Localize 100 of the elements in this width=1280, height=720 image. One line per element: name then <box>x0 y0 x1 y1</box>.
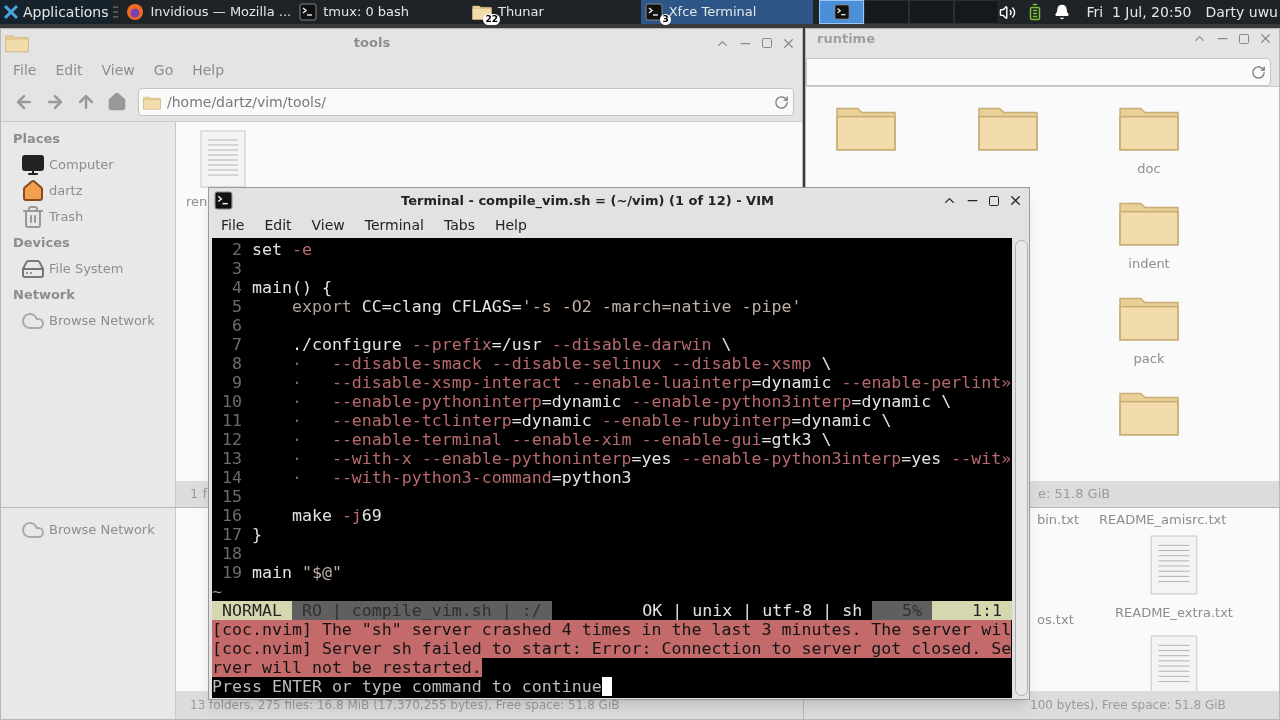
code-line: · --with-python3-command=python3 <box>290 468 632 487</box>
sidebar-item[interactable]: Browse Network <box>13 308 155 334</box>
scrollbar[interactable] <box>1015 240 1028 696</box>
workspace-cell[interactable] <box>954 0 1000 24</box>
line-number: 6 <box>230 316 242 335</box>
status-text: e: 51.8 GiB <box>1038 485 1111 504</box>
menu-item[interactable]: Terminal <box>364 215 424 236</box>
cursor-position: 1:1 <box>932 601 1012 620</box>
code-line: · --enable-tclinterp=dynamic --enable-rubyinterp=dynamic \ <box>290 411 892 430</box>
clock[interactable]: Fri 1 Jul, 20:50 <box>1086 1 1192 23</box>
status-text: 1 f <box>190 485 207 504</box>
menu-item[interactable]: Help <box>494 215 527 236</box>
section-heading: Network <box>13 286 76 305</box>
menu-item[interactable]: View <box>311 215 345 236</box>
volume-icon[interactable] <box>999 3 1017 21</box>
terminal-icon <box>214 191 233 210</box>
prompt-text: Press ENTER or type command to continue <box>212 677 602 696</box>
terminal-icon <box>833 4 850 20</box>
sidebar-item[interactable]: File System <box>13 256 124 282</box>
close-button[interactable] <box>1008 193 1023 208</box>
line-number: 19 <box>221 563 242 582</box>
menu-item[interactable]: View <box>101 59 135 81</box>
window-title: Terminal - compile_vim.sh = (~/vim) (1 of 12) - VIM <box>400 191 775 211</box>
menu-item[interactable]: File <box>221 215 245 236</box>
file-name[interactable]: os.txt <box>1037 609 1074 629</box>
reload-icon[interactable] <box>1251 64 1266 80</box>
sidebar-item[interactable]: Computer <box>13 152 114 178</box>
browser-icon <box>126 3 145 21</box>
path-text: /home/dartz/vim/tools/ <box>167 92 327 112</box>
line-number: 4 <box>230 278 242 297</box>
folder-name[interactable]: doc <box>1137 159 1161 179</box>
workspace-cell[interactable] <box>864 0 910 24</box>
path-field[interactable]: /home/dartz/vim/tools/ <box>138 88 794 116</box>
folder-icon <box>143 94 161 110</box>
handle-icon <box>112 5 119 19</box>
line-number: 2 <box>230 240 242 259</box>
end-of-buffer-marker: ~ <box>212 582 222 601</box>
file-name[interactable]: ren <box>186 192 208 212</box>
xfce-logo-icon <box>3 4 19 20</box>
window-title: tools <box>352 34 392 53</box>
file-format-info: OK | unix | utf-8 | sh <box>642 601 864 620</box>
line-number: 5 <box>230 297 242 316</box>
document-icon <box>1150 635 1198 691</box>
file-name[interactable]: README_extra.txt <box>1115 603 1233 623</box>
back-button[interactable] <box>14 92 34 112</box>
folder-icon <box>5 33 29 53</box>
section-heading: Devices <box>13 234 71 253</box>
sidebar-item[interactable]: Browse Network <box>21 517 155 543</box>
terminal-icon <box>299 3 318 21</box>
line-number: 14 <box>221 468 242 487</box>
reload-icon[interactable] <box>774 94 789 110</box>
file-name[interactable]: bin.txt <box>1037 509 1080 529</box>
folder-name[interactable]: pack <box>1133 349 1165 369</box>
line-number: 12 <box>221 430 242 449</box>
code-line: make -j 69 <box>290 506 382 525</box>
line-number: 18 <box>221 544 242 563</box>
drive-icon <box>21 257 45 281</box>
line-number: 9 <box>230 373 242 392</box>
count-badge: 22 <box>483 14 500 25</box>
file-name[interactable]: README_amisrc.txt <box>1099 509 1227 529</box>
menu-item[interactable]: Go <box>153 59 174 81</box>
code-line: main "$@" <box>251 563 342 582</box>
task-button[interactable]: Invidious — Mozilla ... <box>122 0 296 24</box>
section-heading: Places <box>13 130 62 149</box>
up-button[interactable] <box>76 92 96 112</box>
forward-button[interactable] <box>45 92 65 112</box>
sidebar-item[interactable]: dartz <box>13 178 83 204</box>
user-name[interactable]: Darty uwu <box>1205 1 1278 23</box>
maximize-button[interactable] <box>988 194 1000 207</box>
document-icon <box>1150 535 1198 595</box>
error-message: rver will not be restarted. <box>212 658 482 677</box>
line-number: 15 <box>221 487 242 506</box>
status-text: 100 bytes), Free space: 51.8 GiB <box>1030 697 1226 714</box>
code-line: main() { <box>251 278 332 297</box>
code-line: · --with-x --enable-pythoninterp=yes --enable-python3interp=yes --wit» <box>290 449 1012 468</box>
document-icon <box>200 130 246 188</box>
computer-icon <box>21 153 45 177</box>
task-button[interactable]: tmux: 0 bash <box>295 0 468 24</box>
home-button[interactable] <box>107 92 127 112</box>
applications-menu[interactable]: Applications <box>0 0 113 24</box>
menu-item[interactable]: Tabs <box>443 215 475 236</box>
menu-item[interactable]: Edit <box>55 59 83 81</box>
path-field[interactable] <box>806 58 1271 86</box>
error-message: [coc.nvim] The "sh" server crashed 4 times in the last 3 minutes. The server wil <box>212 620 1012 639</box>
menu-item[interactable]: File <box>13 59 37 81</box>
folder-name[interactable]: indent <box>1128 254 1170 274</box>
workspace-cell[interactable] <box>909 0 955 24</box>
bell-icon[interactable] <box>1054 4 1071 20</box>
terminal-icon <box>644 3 663 21</box>
sidebar-item[interactable]: Trash <box>13 204 84 230</box>
home-icon <box>21 179 45 203</box>
menu-item[interactable]: Help <box>192 59 225 81</box>
code-line: ./configure --prefix=/usr --disable-darwin \ <box>290 335 732 354</box>
error-message: [coc.nvim] Server sh failed to start: Error: Connection to server got closed. Se <box>212 639 1012 658</box>
code-line: export CC=clang CFLAGS='-s -O2 -march=native -pipe' <box>290 297 802 316</box>
code-line: · --disable-smack --disable-selinux --disable-xsmp \ <box>290 354 832 373</box>
line-number: 17 <box>221 525 242 544</box>
menu-item[interactable]: Edit <box>264 215 292 236</box>
line-number: 3 <box>230 259 242 278</box>
line-number: 13 <box>221 449 242 468</box>
